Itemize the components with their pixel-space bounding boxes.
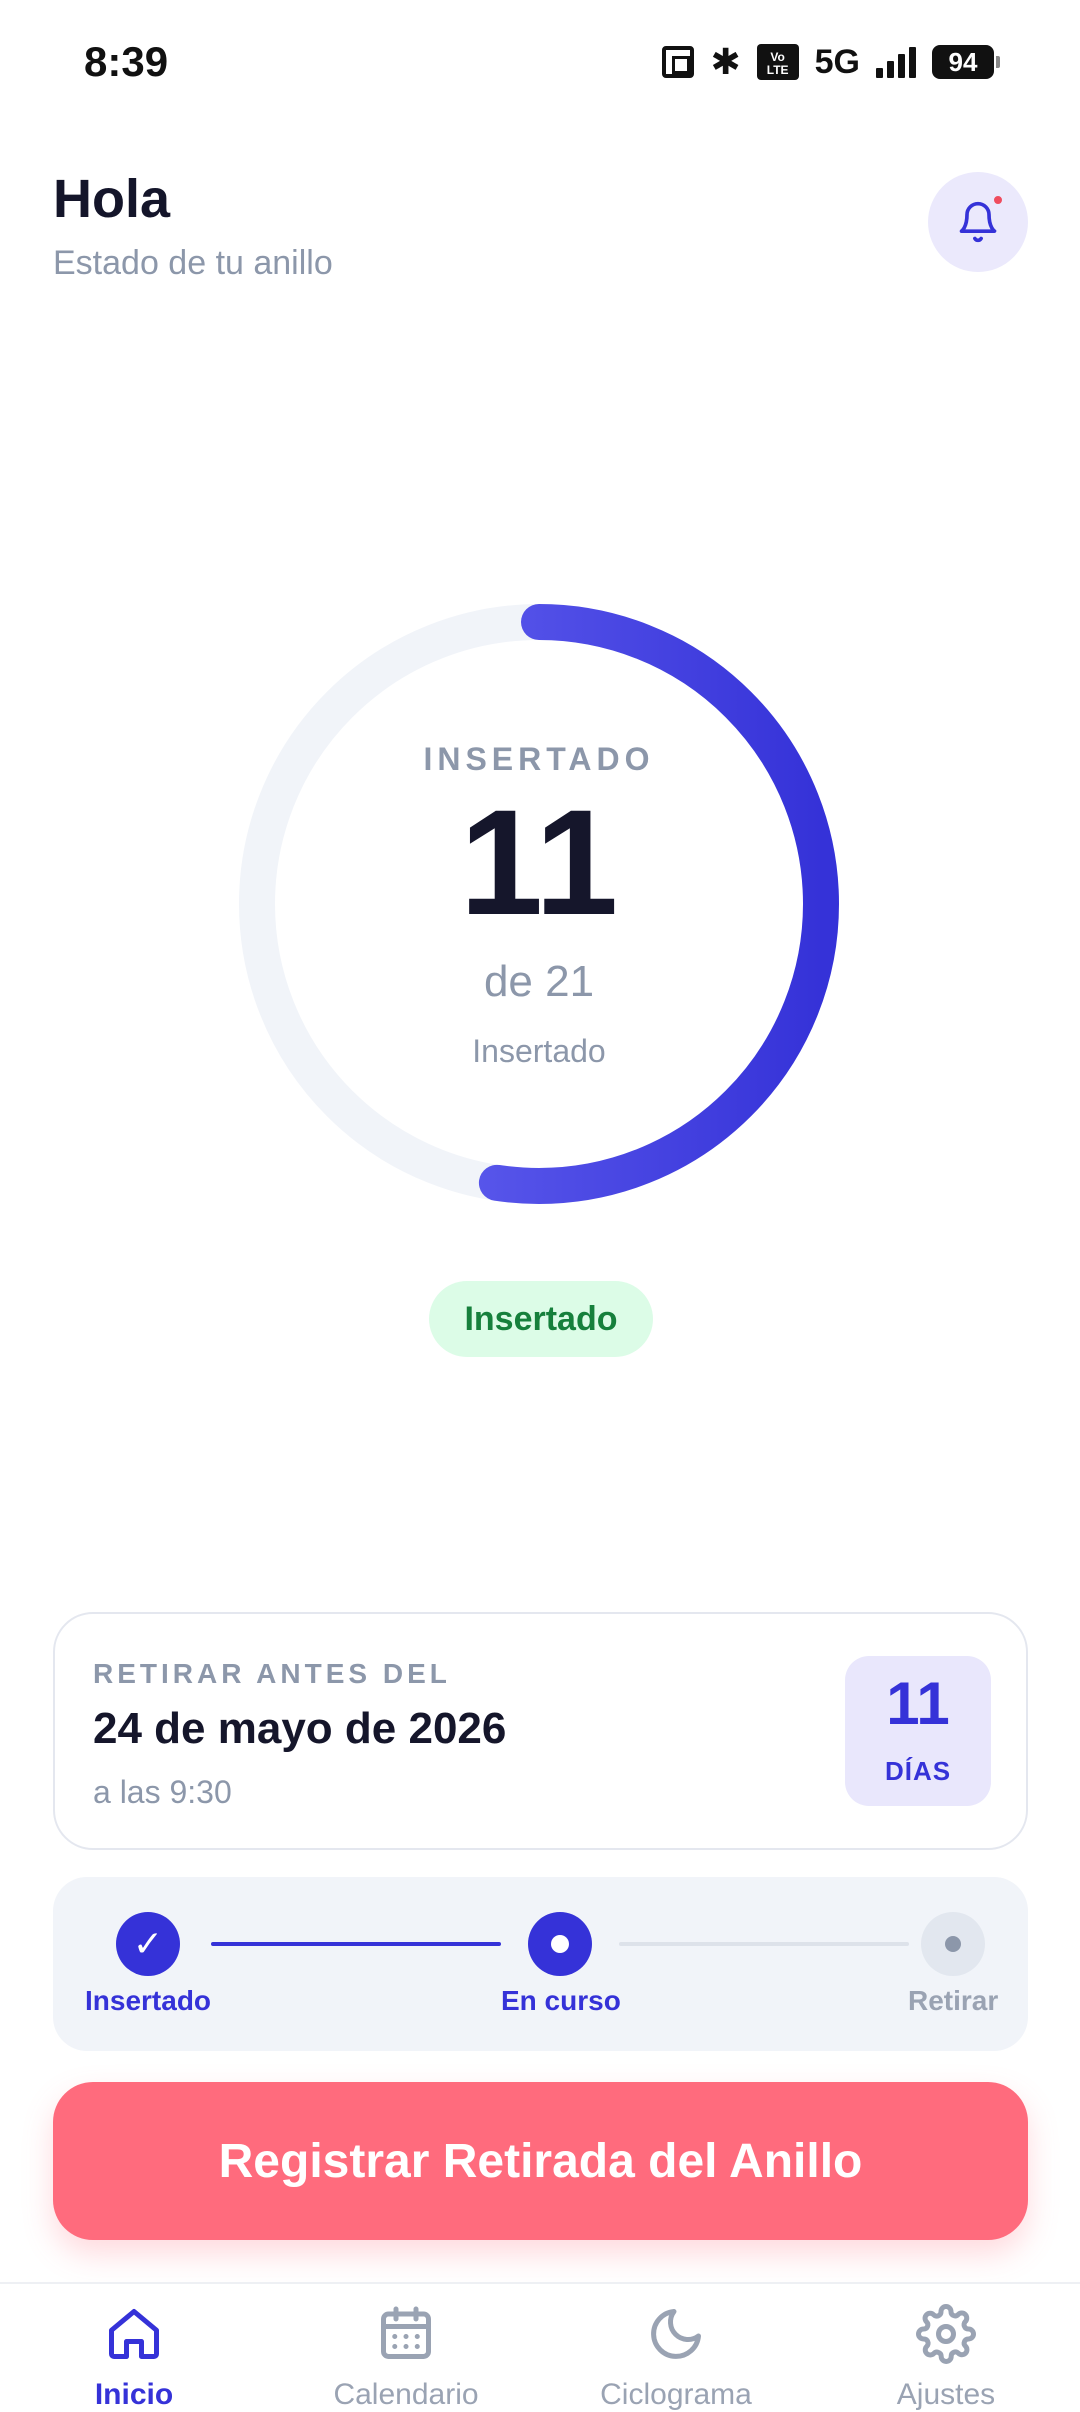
removal-date-card: RETIRAR ANTES DEL 24 de mayo de 2026 a l…: [53, 1612, 1028, 1850]
battery-level: 94: [932, 45, 994, 79]
nfc-icon: [662, 46, 695, 78]
status-bar: 8:39 ✱ Vo LTE 5G 94: [0, 0, 1080, 120]
nav-item-settings[interactable]: Ajustes: [836, 2304, 1056, 2412]
nav-item-calendar[interactable]: Calendario: [296, 2304, 516, 2412]
step-label-remove: Retirar: [908, 1985, 999, 2016]
step-current-dot: [528, 1912, 592, 1976]
ring-label: INSERTADO: [423, 741, 655, 777]
status-badge: Insertado: [429, 1281, 653, 1357]
ring-state: Insertado: [472, 1033, 606, 1069]
notifications-button[interactable]: [928, 172, 1028, 272]
nav-item-cyclogram[interactable]: Ciclograma: [566, 2304, 786, 2412]
nav-item-home[interactable]: Inicio: [24, 2304, 244, 2412]
bluetooth-icon: ✱: [710, 41, 741, 82]
days-remaining-label: DÍAS: [884, 1756, 952, 1786]
register-removal-button[interactable]: Registrar Retirada del Anillo: [53, 2082, 1028, 2240]
volte-icon: Vo LTE: [756, 44, 799, 80]
step-done-check-icon: ✓: [116, 1912, 180, 1976]
step-connector-todo: [619, 1942, 909, 1946]
removal-date: 24 de mayo de 2026: [93, 1704, 507, 1753]
signal-icon: [876, 46, 916, 78]
notification-dot: [992, 194, 1004, 206]
cycle-stepper: ✓ Insertado En curso Retirar: [53, 1877, 1028, 2051]
bottom-navigation: Inicio Calendario Ciclograma Ajustes: [0, 2282, 1080, 2412]
day-total: de 21: [483, 957, 595, 1006]
bell-icon: [959, 201, 997, 243]
moon-icon: [651, 2309, 701, 2359]
step-label-in-progress: En curso: [501, 1985, 621, 2016]
home-icon: [109, 2309, 159, 2359]
nav-label-settings: Ajustes: [896, 2378, 996, 2411]
cycle-progress-ring: INSERTADO 11 de 21 Insertado: [236, 601, 842, 1207]
page-subtitle: Estado de tu anillo: [53, 244, 333, 282]
step-todo-dot: [921, 1912, 985, 1976]
gear-icon: [916, 2304, 976, 2364]
nav-label-cyclogram: Ciclograma: [600, 2378, 752, 2411]
nav-label-home: Inicio: [94, 2378, 174, 2411]
ring-center: INSERTADO 11 de 21 Insertado: [236, 601, 842, 1207]
step-connector-done: [211, 1942, 501, 1946]
day-count: 11: [459, 778, 619, 946]
removal-time: a las 9:30: [93, 1774, 232, 1810]
status-icons: ✱ Vo LTE 5G 94: [662, 40, 1000, 84]
step-label-inserted: Insertado: [85, 1985, 212, 2016]
network-type: 5G: [814, 42, 860, 81]
nav-label-calendar: Calendario: [333, 2378, 479, 2411]
removal-label: RETIRAR ANTES DEL: [93, 1658, 451, 1689]
app-screen: 8:39 ✱ Vo LTE 5G 94 Hola Estado de tu ani…: [0, 0, 1080, 2412]
page-title: Hola: [53, 169, 171, 229]
days-remaining-box: 11 DÍAS: [845, 1656, 991, 1806]
battery-icon: 94: [932, 45, 1000, 79]
status-time: 8:39: [84, 38, 169, 85]
calendar-icon: [381, 2306, 431, 2359]
days-remaining-value: 11: [886, 1670, 950, 1737]
